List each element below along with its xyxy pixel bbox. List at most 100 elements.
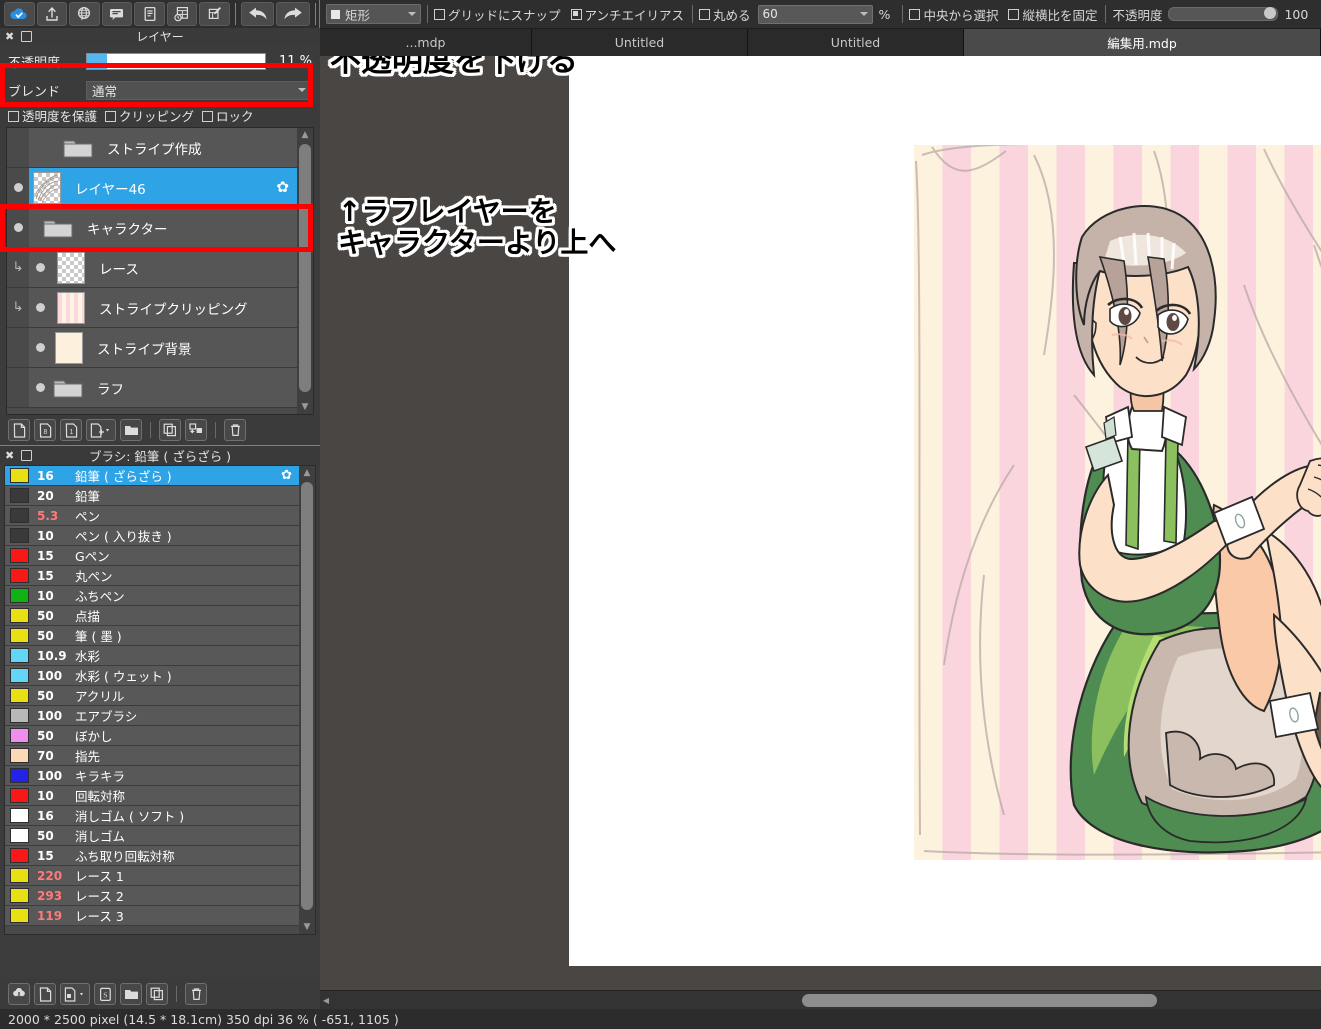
hscroll-track[interactable] — [332, 991, 1321, 1009]
scroll-up-arrow[interactable]: ▲ — [299, 466, 315, 480]
layer-opacity-slider[interactable] — [86, 53, 266, 70]
brush-row[interactable]: 20鉛筆 — [5, 486, 299, 506]
cloud-check-icon[interactable] — [4, 2, 35, 26]
brush-row[interactable]: 50アクリル — [5, 686, 299, 706]
hscroll-thumb[interactable] — [802, 994, 1157, 1007]
new-brush-icon[interactable] — [34, 983, 56, 1005]
brush-list-panel[interactable]: 16鉛筆 ( ざらざら )✿ 20鉛筆 5.3ペン 10ペン ( 入り抜き ) … — [4, 465, 316, 935]
duplicate-brush-dropdown-icon[interactable] — [60, 983, 90, 1005]
gear-icon[interactable]: ✿ — [276, 180, 289, 195]
brush-row[interactable]: 220レース 1 — [5, 866, 299, 886]
layer-visibility-toggle[interactable] — [29, 303, 51, 312]
upload-icon[interactable] — [37, 2, 68, 26]
checkbox-box — [909, 9, 920, 20]
tab-0[interactable]: ...mdp — [320, 29, 532, 56]
layer-visibility-toggle[interactable] — [29, 263, 51, 272]
brush-scroll-thumb[interactable] — [301, 482, 313, 910]
protect-alpha-checkbox[interactable]: 透明度を保護 — [8, 106, 97, 125]
brush-row[interactable]: 15ふち取り回転対称 — [5, 846, 299, 866]
layer-row[interactable]: ↳ レース — [7, 248, 297, 288]
layer-visibility-toggle[interactable] — [29, 383, 51, 392]
brush-row[interactable]: 50ぼかし — [5, 726, 299, 746]
layer-scroll-thumb[interactable] — [299, 144, 311, 392]
round-value-select[interactable]: 60 — [758, 5, 873, 24]
add-layer-dropdown-icon[interactable] — [86, 419, 116, 441]
layer-visibility-toggle[interactable] — [29, 343, 51, 352]
scroll-left-arrow[interactable]: ◀ — [320, 991, 332, 1009]
brush-row[interactable]: 10.9水彩 — [5, 646, 299, 666]
brush-row[interactable]: 16消しゴム ( ソフト ) — [5, 806, 299, 826]
duplicate-layer-icon[interactable] — [159, 419, 181, 441]
brush-list[interactable]: 16鉛筆 ( ざらざら )✿ 20鉛筆 5.3ペン 10ペン ( 入り抜き ) … — [5, 466, 299, 934]
brush-row[interactable]: 119レース 3 — [5, 906, 299, 926]
layer-row[interactable]: ストライプ作成 — [7, 128, 297, 168]
layer-list-scrollbar[interactable]: ▲ ▼ — [297, 128, 313, 414]
from-center-checkbox[interactable]: 中央から選択 — [909, 5, 998, 24]
new-folder-icon[interactable] — [120, 419, 142, 441]
new-1bit-layer-icon[interactable]: 1 — [60, 419, 82, 441]
document-icon[interactable] — [134, 2, 165, 26]
clipping-checkbox[interactable]: クリッピング — [105, 106, 194, 125]
globe-icon[interactable] — [69, 2, 100, 26]
delete-brush-icon[interactable] — [185, 983, 207, 1005]
redo-icon[interactable] — [276, 2, 310, 26]
tool-opacity-slider[interactable] — [1168, 7, 1278, 21]
new-8bit-layer-icon[interactable]: 8 — [34, 419, 56, 441]
delete-layer-icon[interactable] — [224, 419, 246, 441]
undo-icon[interactable] — [241, 2, 275, 26]
brush-color-swatch — [10, 788, 29, 803]
brush-row-selected[interactable]: 16鉛筆 ( ざらざら )✿ — [5, 466, 299, 486]
antialias-checkbox[interactable]: アンチエイリアス — [571, 5, 685, 24]
layer-name: ストライプ背景 — [97, 338, 192, 358]
tab-1[interactable]: Untitled — [532, 29, 748, 56]
brush-row[interactable]: 10ペン ( 入り抜き ) — [5, 526, 299, 546]
comment-icon[interactable] — [102, 2, 133, 26]
gear-icon[interactable]: ✿ — [281, 469, 292, 482]
brush-row[interactable]: 100水彩 ( ウェット ) — [5, 666, 299, 686]
canvas-paper[interactable] — [569, 56, 1321, 966]
layer-list[interactable]: ストライプ作成 レイヤー46 ✿ — [7, 128, 297, 414]
merge-layer-icon[interactable] — [185, 419, 207, 441]
scroll-up-arrow[interactable]: ▲ — [297, 128, 313, 142]
slider-knob[interactable] — [1264, 7, 1276, 19]
horizontal-scrollbar[interactable]: ◀ — [320, 990, 1321, 1009]
scroll-down-arrow[interactable]: ▼ — [299, 920, 315, 934]
brush-row[interactable]: 50点描 — [5, 606, 299, 626]
round-checkbox[interactable]: 丸める — [699, 5, 751, 24]
brush-folder-icon[interactable] — [120, 983, 142, 1005]
new-layer-icon[interactable] — [8, 419, 30, 441]
copy-brush-icon[interactable] — [146, 983, 168, 1005]
brush-row[interactable]: 100エアブラシ — [5, 706, 299, 726]
script-brush-icon[interactable]: S — [94, 983, 116, 1005]
tab-2[interactable]: Untitled — [748, 29, 964, 56]
layer-row[interactable]: ↳ ストライプクリッピング — [7, 288, 297, 328]
layer-row-selected[interactable]: レイヤー46 ✿ — [7, 168, 297, 208]
shape-select[interactable]: 矩形 — [326, 4, 421, 24]
brush-row[interactable]: 10回転対称 — [5, 786, 299, 806]
fix-ratio-checkbox[interactable]: 縦横比を固定 — [1008, 5, 1097, 24]
brush-row[interactable]: 15丸ペン — [5, 566, 299, 586]
layer-row[interactable]: ストライプ背景 — [7, 328, 297, 368]
scroll-down-arrow[interactable]: ▼ — [297, 400, 313, 414]
table-clock-icon[interactable] — [167, 2, 198, 26]
tab-3-active[interactable]: 編集用.mdp — [964, 29, 1321, 56]
snap-to-grid-checkbox[interactable]: グリッドにスナップ — [434, 5, 561, 24]
brush-row[interactable]: 70指先 — [5, 746, 299, 766]
brush-row[interactable]: 5.3ペン — [5, 506, 299, 526]
layer-row[interactable]: キャラクター — [7, 208, 297, 248]
layer-list-panel[interactable]: ストライプ作成 レイヤー46 ✿ — [6, 127, 314, 415]
brush-row[interactable]: 293レース 2 — [5, 886, 299, 906]
brush-row[interactable]: 10ふちペン — [5, 586, 299, 606]
layer-row[interactable]: ラフ — [7, 368, 297, 408]
download-brush-icon[interactable] — [8, 983, 30, 1005]
brush-row[interactable]: 15Gペン — [5, 546, 299, 566]
edit-table-icon[interactable] — [199, 2, 230, 26]
canvas-area[interactable]: 不透明度を下げる ↑ラフレイヤーを キャラクターより上へ — [320, 56, 1321, 1009]
lock-checkbox[interactable]: ロック — [202, 106, 254, 125]
brush-name: レース 3 — [75, 906, 124, 925]
brush-row[interactable]: 50筆 ( 墨 ) — [5, 626, 299, 646]
brush-row[interactable]: 50消しゴム — [5, 826, 299, 846]
brush-row[interactable]: 100キラキラ — [5, 766, 299, 786]
brush-list-scrollbar[interactable]: ▲ ▼ — [299, 466, 315, 934]
blend-mode-select[interactable]: 通常 — [86, 81, 312, 100]
